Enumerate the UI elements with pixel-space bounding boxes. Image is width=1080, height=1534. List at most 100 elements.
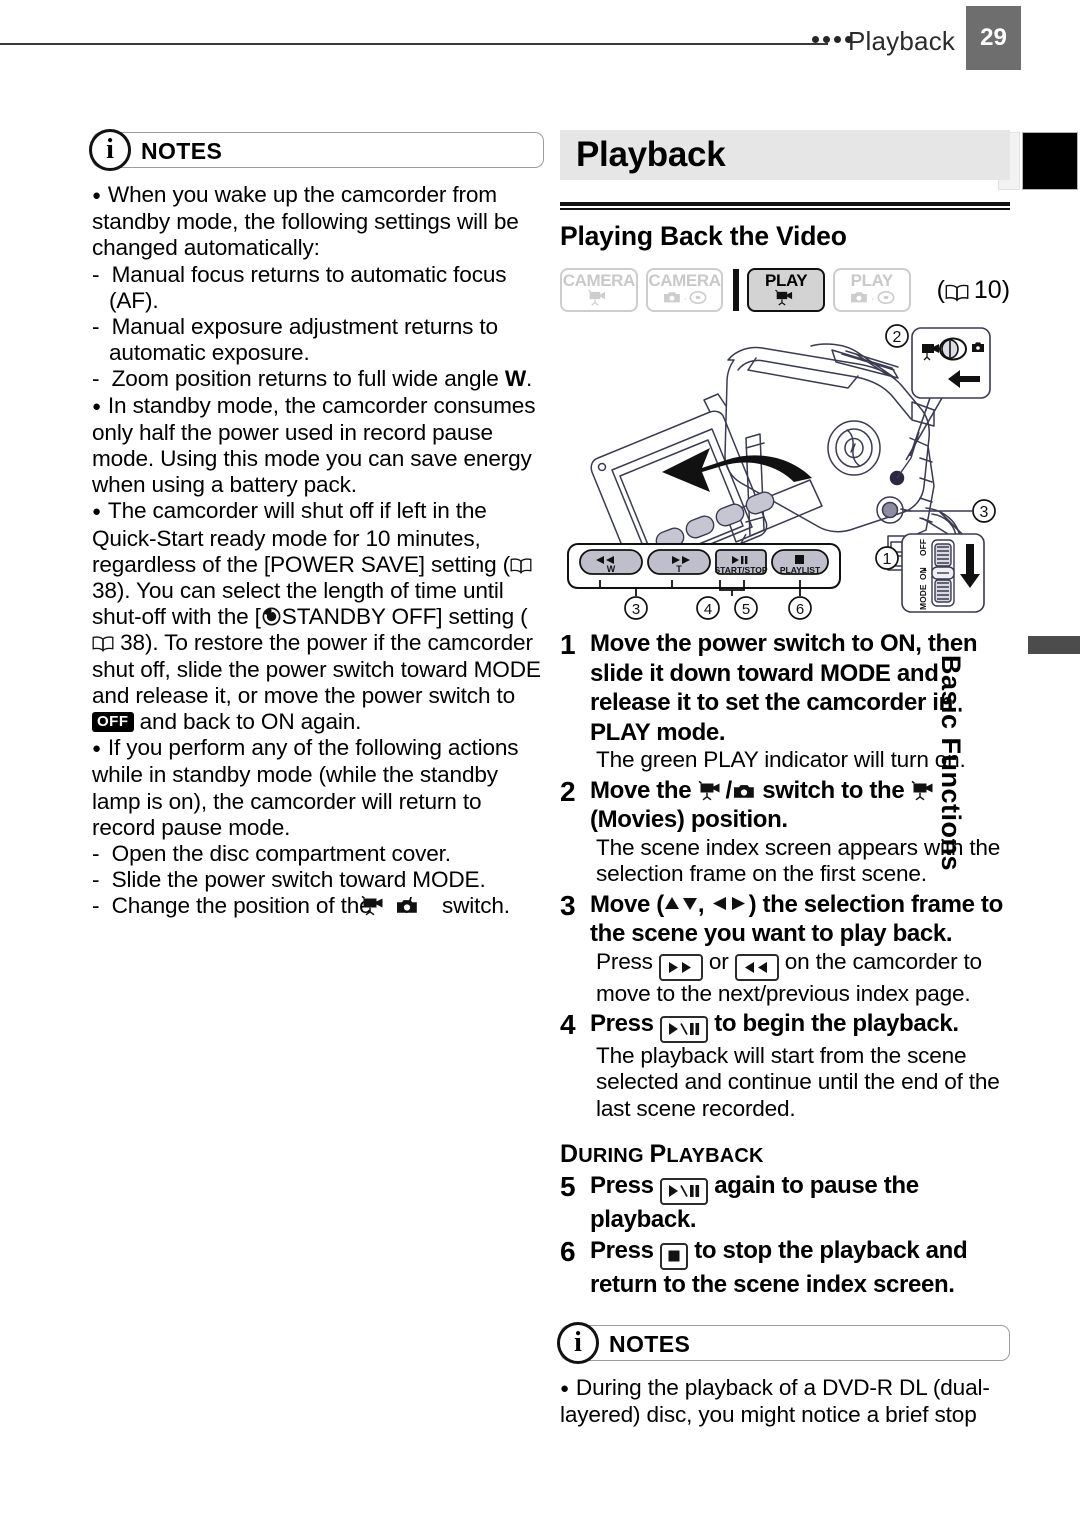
off-badge: OFF xyxy=(92,712,134,733)
stop-key-icon xyxy=(659,1242,688,1270)
disc-icon xyxy=(877,290,895,310)
step-number: 4 xyxy=(560,1009,576,1040)
step-detail: The playback will start from the scene s… xyxy=(596,1042,1000,1121)
notes-body-bottom: During the playback of a DVD-R DL (dual-… xyxy=(560,1375,1010,1428)
step-instruction: Press to begin the playback. xyxy=(590,1009,1010,1043)
note-item: Change the position of the / switch. xyxy=(92,893,544,919)
note-item: In standby mode, the camcorder consumes … xyxy=(92,393,544,499)
step-instruction: Press to stop the playback and return to… xyxy=(590,1237,968,1298)
photo-camera-icon xyxy=(396,896,436,916)
step-4: 4 Press to begin the playback. xyxy=(560,1009,1010,1043)
mode-badge-label: PLAY xyxy=(765,271,808,290)
header-chapter-title: Playback xyxy=(848,26,956,56)
section-divider xyxy=(560,202,1010,210)
photo-camera-icon xyxy=(732,779,756,799)
mode-badge-label: CAMERA xyxy=(562,271,636,290)
note-item: When you wake up the camcorder from stan… xyxy=(92,182,544,262)
dot-separator: · xyxy=(683,293,688,305)
note-item: The camcorder will shut off if left in t… xyxy=(92,498,544,735)
svg-text:PLAYLIST: PLAYLIST xyxy=(780,565,821,575)
mode-group-divider xyxy=(733,269,740,311)
svg-text:START/STOP: START/STOP xyxy=(714,565,767,575)
fast-forward-key-icon xyxy=(658,953,703,981)
rewind-key-icon xyxy=(734,953,779,981)
book-page-icon xyxy=(945,284,969,302)
quick-start-standby-icon xyxy=(261,606,282,627)
mode-badge-icons: · xyxy=(849,289,895,310)
book-page-icon xyxy=(510,558,532,574)
step-number: 2 xyxy=(560,775,576,807)
svg-text:3: 3 xyxy=(632,601,640,618)
manual-page: Playback 29 Basic Functions i NOTES When… xyxy=(0,0,1080,1534)
during-playback-heading: DURING PLAYBACK xyxy=(560,1140,764,1168)
step-instruction: Move (, ) the selection frame to the sce… xyxy=(590,890,1003,948)
svg-text:T: T xyxy=(676,564,682,574)
step-detail: The scene index screen appears with the … xyxy=(596,834,1001,887)
svg-text:MODE: MODE xyxy=(918,584,928,610)
note-item: Slide the power switch toward MODE. xyxy=(92,867,544,893)
page-number-badge: 29 xyxy=(966,6,1021,70)
note-item: Zoom position returns to full wide angle… xyxy=(92,366,544,392)
mode-badge-icons xyxy=(774,289,798,311)
svg-text:6: 6 xyxy=(796,601,804,618)
step-number: 3 xyxy=(560,889,576,921)
step-instruction: Move the / switch to the (Movies) positi… xyxy=(590,776,1010,835)
step-3: 3 Move (, ) the selection frame to the s… xyxy=(560,890,1010,949)
note-item: Open the disc compartment cover. xyxy=(92,841,544,867)
notes-body-top: When you wake up the camcorder from stan… xyxy=(92,182,544,920)
mode-badge-label: CAMERA xyxy=(648,271,721,290)
mode-badge-play-stills: PLAY · xyxy=(832,268,911,312)
mode-reference-number: 10 xyxy=(973,275,1002,304)
info-circle-icon: i xyxy=(557,1322,599,1364)
step-number: 1 xyxy=(560,629,576,660)
step-detail: Press or on the camcorder to move to the… xyxy=(596,948,982,1006)
step-5: 5 Press again to pause the playback. xyxy=(560,1171,1010,1234)
notes-label: NOTES xyxy=(609,1331,691,1357)
page-title: Playback xyxy=(576,135,726,174)
photo-camera-icon xyxy=(849,289,869,310)
running-header: Playback 29 xyxy=(0,6,1022,70)
mode-page-reference: ( 10) xyxy=(936,275,1011,304)
svg-text:2: 2 xyxy=(893,329,902,346)
section-title-band: Playback xyxy=(560,130,1010,180)
camcorder-diagram: 2 3 OFF ON MODE 1 W T START/STOP PLAYLIS… xyxy=(560,318,1010,623)
note-item: Manual focus returns to automatic focus … xyxy=(92,262,544,314)
mode-badge-camera-movies: CAMERA xyxy=(560,268,638,312)
movie-camera-icon xyxy=(698,779,726,800)
note-item: If you perform any of the following acti… xyxy=(92,735,544,841)
svg-text:1: 1 xyxy=(883,551,892,568)
movie-camera-icon xyxy=(911,779,939,800)
movie-camera-icon xyxy=(587,289,611,311)
play-pause-key-icon xyxy=(659,1015,708,1043)
mode-badge-row: CAMERA CAMERA · PLAY PLAY · (10) xyxy=(560,268,1010,312)
svg-text:OFF: OFF xyxy=(918,539,928,556)
note-item: During the playback of a DVD-R DL (dual-… xyxy=(560,1375,1010,1428)
header-rule xyxy=(0,43,828,45)
movie-camera-icon xyxy=(774,289,798,311)
up-down-arrows-icon xyxy=(664,890,698,920)
svg-text:4: 4 xyxy=(704,601,712,618)
notes-label: NOTES xyxy=(141,138,223,164)
step-detail: The green PLAY indicator will turn on. xyxy=(596,747,966,772)
instruction-steps: 1 Move the power switch to ON, then slid… xyxy=(560,629,1010,1299)
play-pause-key-icon xyxy=(659,1177,708,1205)
note-item: Manual exposure adjustment returns to au… xyxy=(92,314,544,366)
left-column: i NOTES When you wake up the camcorder f… xyxy=(89,129,544,920)
mode-badge-label: PLAY xyxy=(850,271,894,290)
mode-badge-icons xyxy=(587,289,611,311)
step-number: 5 xyxy=(560,1171,576,1202)
step-instruction: Move the power switch to ON, then slide … xyxy=(590,630,978,746)
svg-text:3: 3 xyxy=(980,504,989,521)
svg-text:ON: ON xyxy=(918,567,928,580)
step-6: 6 Press to stop the playback and return … xyxy=(560,1236,1010,1299)
svg-text:5: 5 xyxy=(742,601,750,618)
subsection-title: Playing Back the Video xyxy=(560,221,847,251)
dot-separator: · xyxy=(870,293,875,305)
header-dots-icon xyxy=(812,36,852,43)
side-tab-gray-bar xyxy=(1028,636,1080,654)
mode-badge-play-movies: PLAY xyxy=(747,268,825,312)
mode-badge-icons: · xyxy=(662,290,708,308)
step-1: 1 Move the power switch to ON, then slid… xyxy=(560,629,1010,747)
step-number: 6 xyxy=(560,1236,576,1267)
left-right-arrows-icon xyxy=(711,890,749,920)
